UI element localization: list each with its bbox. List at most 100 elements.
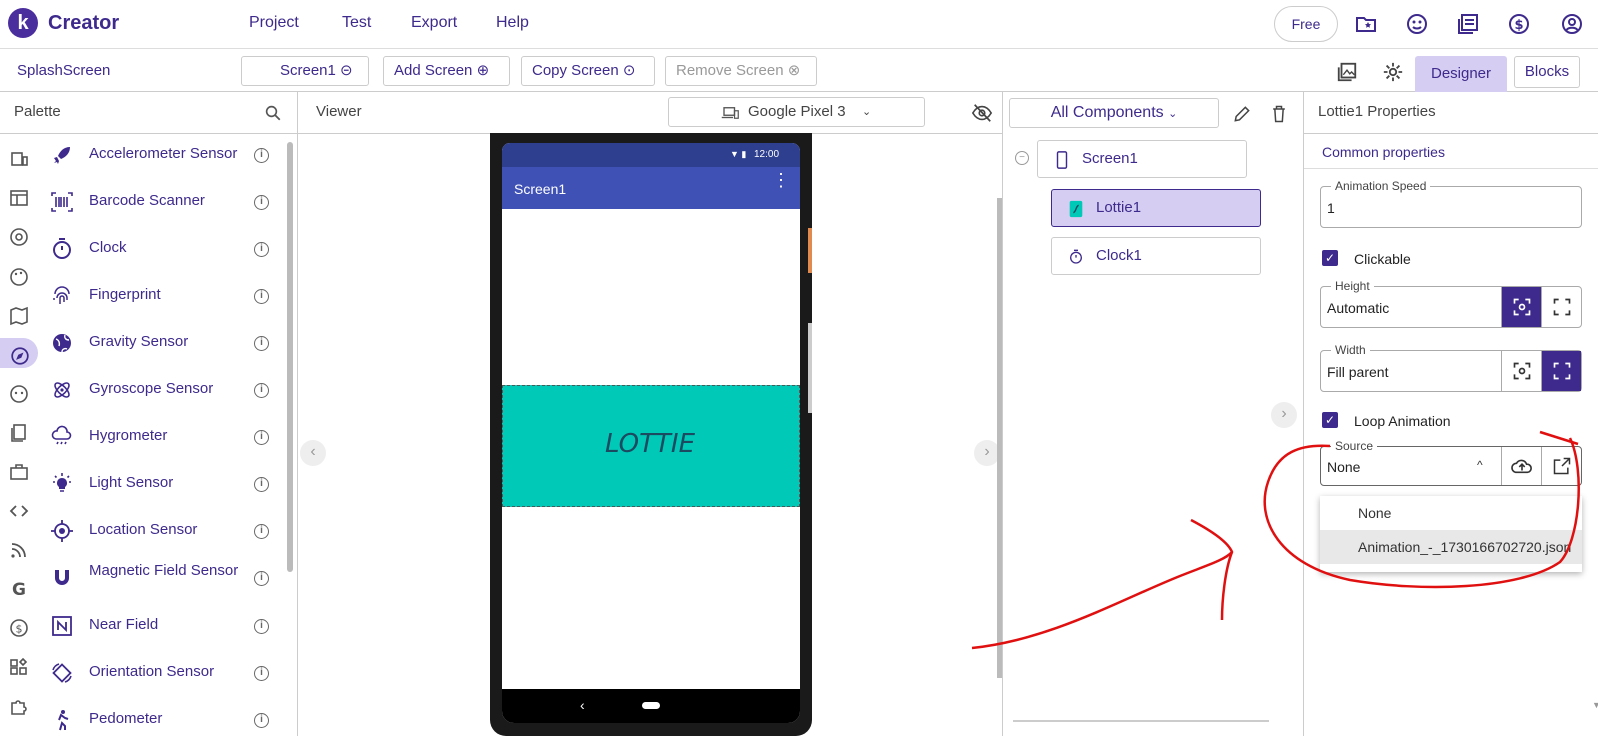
palette-item-fingerprint[interactable]: Fingerprint i: [50, 276, 270, 316]
height-field[interactable]: Height Automatic: [1320, 279, 1582, 328]
screen-select[interactable]: Screen1 ⊝: [241, 56, 369, 86]
tree-node-screen1[interactable]: Screen1: [1037, 140, 1247, 178]
properties-panel: Lottie1 Properties Common properties Ani…: [1304, 92, 1598, 736]
phone-screen: ▼ ▮ 12:00 Screen1 ⋮ LOTTIE ‹: [502, 143, 800, 723]
collapse-left-icon[interactable]: ‹: [300, 440, 326, 466]
folder-star-icon[interactable]: [1354, 12, 1378, 36]
lottie-component[interactable]: LOTTIE: [502, 385, 800, 507]
info-icon[interactable]: i: [254, 619, 269, 634]
copy-screen-button[interactable]: Copy Screen ⊙: [521, 56, 655, 86]
open-external-button[interactable]: [1541, 447, 1581, 485]
edit-icon[interactable]: [1232, 104, 1252, 124]
plan-free-button[interactable]: Free: [1274, 6, 1338, 42]
account-icon[interactable]: [1560, 12, 1584, 36]
clickable-checkbox[interactable]: ✓: [1322, 250, 1338, 266]
palette-item-near-field[interactable]: Near Field i: [50, 606, 270, 646]
components-hscrollbar[interactable]: [1013, 720, 1269, 722]
tree-node-clock1[interactable]: Clock1: [1051, 237, 1261, 275]
palette-item-magnetic-field[interactable]: Magnetic Field Sensor i: [50, 558, 270, 598]
category-briefcase-icon[interactable]: [4, 457, 34, 487]
palette-item-gravity-sensor[interactable]: Gravity Sensor i: [50, 323, 270, 363]
phone-nav-bar: ‹: [502, 689, 800, 723]
info-icon[interactable]: i: [254, 524, 269, 539]
category-connectivity-icon[interactable]: [4, 535, 34, 565]
bulb-icon: [53, 473, 71, 492]
palette-item-hygrometer[interactable]: Hygrometer i: [50, 417, 270, 457]
height-fill-toggle[interactable]: [1541, 287, 1581, 327]
palette-item-light-sensor[interactable]: Light Sensor i: [50, 464, 270, 504]
dollar-icon[interactable]: $: [1507, 12, 1531, 36]
info-icon[interactable]: i: [254, 477, 269, 492]
info-icon[interactable]: i: [254, 713, 269, 728]
viewer-title: Viewer: [316, 103, 362, 120]
delete-icon[interactable]: [1269, 104, 1289, 124]
palette-item-location-sensor[interactable]: Location Sensor i: [50, 511, 270, 551]
category-map-icon[interactable]: [4, 301, 34, 331]
palette-item-orientation-sensor[interactable]: Orientation Sensor i: [50, 653, 270, 693]
menu-help[interactable]: Help: [496, 14, 529, 32]
barcode-icon: [51, 192, 73, 212]
category-palette-icon[interactable]: [4, 262, 34, 292]
add-screen-button[interactable]: Add Screen ⊕: [383, 56, 510, 86]
collapse-tree-icon[interactable]: −: [1015, 151, 1029, 165]
info-icon[interactable]: i: [254, 242, 269, 257]
category-code-icon[interactable]: [4, 496, 34, 526]
gear-icon[interactable]: [1382, 61, 1404, 83]
eye-off-icon[interactable]: [971, 102, 993, 124]
blocks-tab[interactable]: Blocks: [1514, 56, 1580, 88]
properties-scroll-down-icon[interactable]: ▼: [1592, 700, 1598, 714]
info-icon[interactable]: i: [254, 148, 269, 163]
palette-item-pedometer[interactable]: Pedometer i: [50, 700, 270, 736]
palette-item-gyroscope[interactable]: Gyroscope Sensor i: [50, 370, 270, 410]
category-sensors[interactable]: [0, 338, 38, 368]
palette-item-accelerometer[interactable]: Accelerometer Sensor i: [50, 135, 270, 175]
width-field[interactable]: Width Fill parent: [1320, 343, 1582, 392]
designer-tab[interactable]: Designer: [1415, 56, 1507, 92]
info-icon[interactable]: i: [254, 336, 269, 351]
width-fill-toggle[interactable]: [1541, 351, 1581, 391]
menu-export[interactable]: Export: [411, 14, 457, 32]
palette-item-clock[interactable]: Clock i: [50, 229, 270, 269]
height-automatic-toggle[interactable]: [1501, 287, 1541, 327]
info-icon[interactable]: i: [254, 666, 269, 681]
upload-button[interactable]: [1501, 447, 1541, 485]
loop-animation-checkbox[interactable]: ✓: [1322, 412, 1338, 428]
width-automatic-toggle[interactable]: [1501, 351, 1541, 391]
library-icon[interactable]: [1456, 12, 1480, 36]
expand-properties-icon[interactable]: ›: [1271, 402, 1297, 428]
menu-test[interactable]: Test: [342, 14, 371, 32]
palette-item-barcode-scanner[interactable]: Barcode Scanner i: [50, 182, 270, 222]
source-select[interactable]: Source None ^: [1320, 439, 1582, 486]
timer-icon: [1070, 249, 1082, 264]
info-icon[interactable]: i: [254, 571, 269, 586]
overflow-menu-icon: ⋮: [772, 170, 790, 190]
tree-node-lottie1[interactable]: Lottie1: [1051, 189, 1261, 227]
category-extension-icon[interactable]: [4, 691, 34, 721]
device-select[interactable]: Google Pixel 3 ⌄: [668, 97, 925, 127]
common-properties-section[interactable]: Common properties: [1322, 144, 1445, 160]
search-icon[interactable]: [264, 104, 282, 122]
category-social-icon[interactable]: [4, 379, 34, 409]
category-camera-icon[interactable]: [4, 222, 34, 252]
info-icon[interactable]: i: [254, 195, 269, 210]
category-google-icon[interactable]: G: [4, 574, 34, 604]
info-icon[interactable]: i: [254, 430, 269, 445]
source-option-animation-json[interactable]: Animation_-_1730166702720.json: [1320, 530, 1582, 564]
category-table-icon[interactable]: [4, 183, 34, 213]
menu-project[interactable]: Project: [249, 14, 299, 32]
components-filter-select[interactable]: All Components ⌄: [1009, 98, 1219, 128]
category-storage-icon[interactable]: [4, 418, 34, 448]
gallery-icon[interactable]: [1336, 61, 1358, 83]
category-monetization-icon[interactable]: $: [4, 613, 34, 643]
face-icon[interactable]: [1405, 12, 1429, 36]
source-option-none[interactable]: None: [1320, 496, 1582, 530]
info-icon[interactable]: i: [254, 383, 269, 398]
magnet-icon: [55, 570, 69, 585]
palette-scrollbar[interactable]: [287, 142, 293, 572]
category-widgets-icon[interactable]: [4, 652, 34, 682]
phone-app-bar: Screen1 ⋮: [502, 167, 800, 209]
source-label: Source: [1331, 439, 1378, 453]
category-layout-icon[interactable]: [4, 144, 34, 174]
info-icon[interactable]: i: [254, 289, 269, 304]
animation-speed-field[interactable]: Animation Speed 1: [1320, 179, 1582, 228]
